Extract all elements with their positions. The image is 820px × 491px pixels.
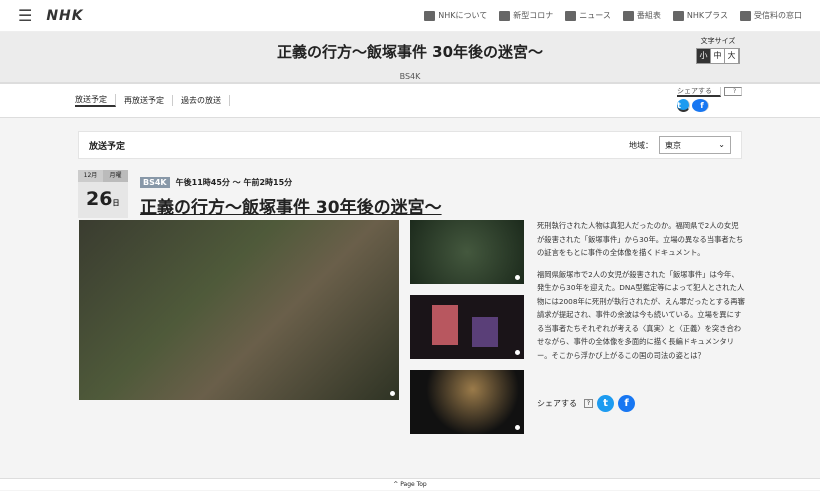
schedule-icon: [622, 10, 634, 21]
nav-label: 新型コロナ: [513, 11, 554, 20]
nhk-plus-icon: [672, 10, 684, 21]
image-indicator-icon: [515, 425, 520, 430]
corona-icon: [499, 10, 511, 21]
nav-corona[interactable]: 新型コロナ: [499, 10, 553, 21]
program-hero: 正義の行方～飯塚事件 30年後の迷宮～ BS4K 文字サイズ 小 中 大: [0, 32, 820, 84]
day: 26: [86, 188, 113, 210]
thumbnail-1[interactable]: [410, 220, 524, 284]
fee-icon: [740, 10, 751, 21]
global-header: ☰ NHK NHKについて 新型コロナ ニュース 番組表 NHKプラス 受信料の…: [0, 0, 820, 32]
description-body: 福岡県飯塚市で2人の女児が殺害された「飯塚事件」は今年、発生から30年を迎えた。…: [537, 269, 745, 360]
weekday: 月曜: [103, 170, 128, 182]
news-icon: [565, 10, 577, 21]
share-label: シェアする: [677, 87, 721, 97]
thumbnail-2[interactable]: [410, 295, 524, 359]
font-size-control: 文字サイズ 小 中 大: [696, 36, 740, 64]
day-suffix: 日: [112, 199, 120, 207]
share-bottom: シェアする? tf: [537, 395, 635, 412]
nav-label: NHKプラス: [686, 11, 728, 20]
month: 12月: [83, 172, 98, 179]
image-indicator-icon: [515, 350, 520, 355]
description-summary: 死刑執行された人物は真犯人だったのか。福岡県で2人の女児が殺害された「飯塚事件」…: [537, 221, 744, 257]
nav-fee[interactable]: 受信料の窓口: [740, 10, 802, 21]
schedule-header: 放送予定 地域： 東京 ⌄: [78, 131, 742, 159]
nav-plus[interactable]: NHKプラス: [672, 10, 728, 21]
font-large-button[interactable]: 大: [725, 49, 739, 63]
twitter-icon[interactable]: t: [597, 395, 614, 412]
program-title-link[interactable]: 正義の行方～飯塚事件 30年後の迷宮～: [140, 193, 442, 218]
program-description: 死刑執行された人物は真犯人だったのか。福岡県で2人の女児が殺害された「飯塚事件」…: [537, 219, 745, 362]
twitter-icon[interactable]: t: [677, 99, 690, 112]
channel-label: BS4K: [399, 72, 421, 81]
facebook-icon[interactable]: f: [692, 99, 710, 112]
region-label: 地域：: [629, 140, 653, 150]
nav-news[interactable]: ニュース: [565, 10, 611, 21]
nav-label: ニュース: [579, 11, 611, 20]
page-top-label: Page Top: [400, 481, 427, 488]
nav-about[interactable]: NHKについて: [424, 10, 487, 21]
nhk-logo[interactable]: NHK: [46, 8, 83, 24]
font-medium-button[interactable]: 中: [711, 49, 725, 63]
facebook-icon[interactable]: f: [618, 395, 635, 412]
nav-schedule[interactable]: 番組表: [622, 10, 661, 21]
share-top: シェアする? t f: [677, 86, 742, 112]
thumbnail-3[interactable]: [410, 370, 524, 434]
image-indicator-icon: [390, 391, 395, 396]
nhk-icon: [424, 10, 436, 21]
channel-badge: BS4K: [140, 177, 170, 188]
help-button[interactable]: ?: [584, 399, 593, 408]
tab-past-broadcasts[interactable]: 過去の放送: [173, 95, 230, 106]
sub-nav: 放送予定 再放送予定 過去の放送 シェアする? t f: [0, 84, 820, 118]
tab-rebroadcast[interactable]: 再放送予定: [116, 95, 173, 106]
page-top-link[interactable]: ^ Page Top: [0, 478, 820, 490]
hamburger-icon[interactable]: ☰: [18, 6, 32, 25]
nav-label: 受信料の窓口: [754, 11, 802, 20]
image-indicator-icon: [515, 275, 520, 280]
region-value: 東京: [665, 141, 681, 150]
tab-broadcast-schedule[interactable]: 放送予定: [75, 94, 116, 107]
chevron-down-icon: ⌄: [718, 140, 725, 149]
schedule-heading: 放送予定: [89, 141, 126, 152]
main-image[interactable]: [79, 220, 399, 400]
font-small-button[interactable]: 小: [697, 49, 711, 63]
font-size-label: 文字サイズ: [700, 37, 736, 45]
broadcast-time: 午後11時45分 ～ 午前2時15分: [175, 178, 293, 187]
region-select[interactable]: 東京 ⌄: [659, 136, 731, 154]
program-info: BS4K 午後11時45分 ～ 午前2時15分 正義の行方～飯塚事件 30年後の迷…: [140, 170, 442, 218]
nav-label: NHKについて: [438, 11, 488, 20]
global-nav: NHKについて 新型コロナ ニュース 番組表 NHKプラス 受信料の窓口: [424, 10, 802, 21]
share-label: シェアする: [537, 399, 577, 408]
nav-label: 番組表: [636, 11, 661, 20]
broadcast-date: 12月 月曜 26日: [78, 170, 128, 218]
help-button[interactable]: ?: [724, 87, 742, 96]
